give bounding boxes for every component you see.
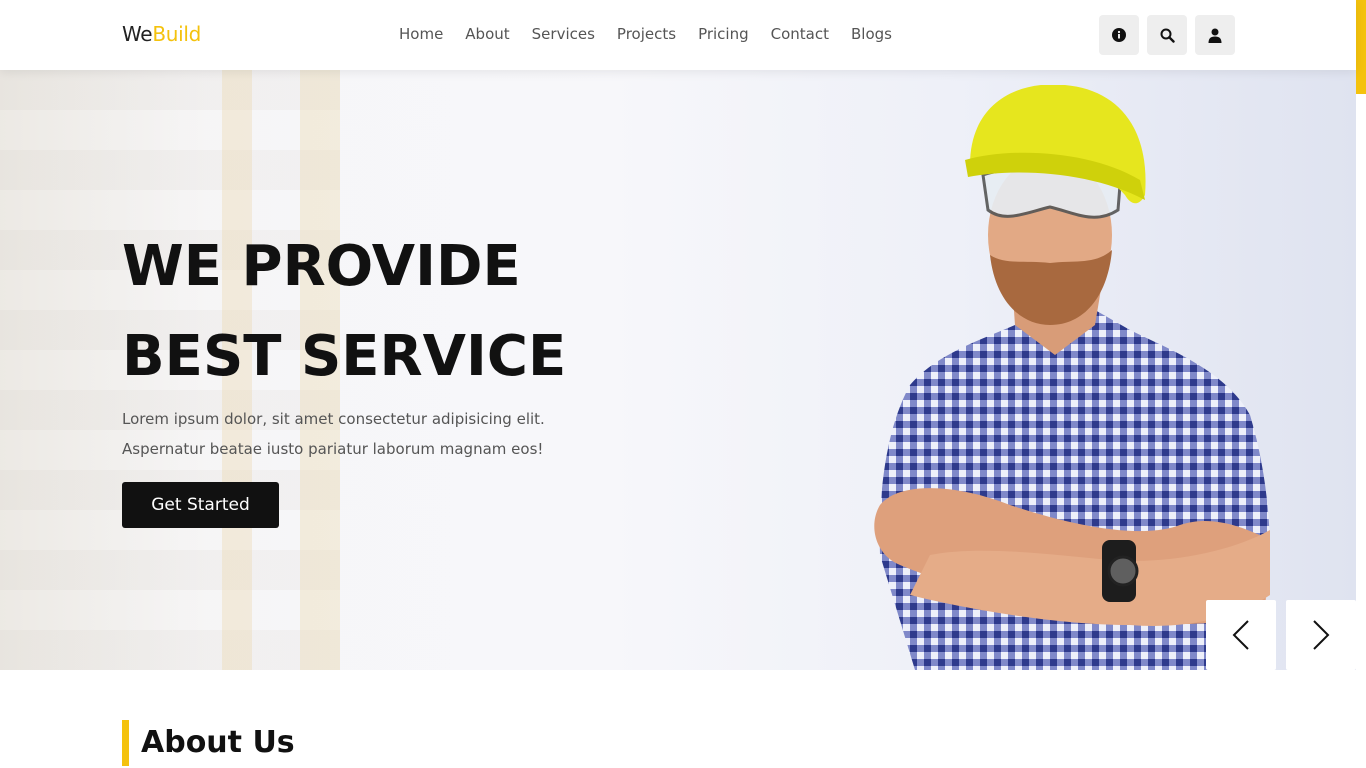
logo-prefix: We <box>122 22 153 46</box>
info-button[interactable] <box>1099 15 1139 55</box>
hero-slider: WE PROVIDE BEST SERVICE Lorem ipsum dolo… <box>0 70 1356 670</box>
get-started-button[interactable]: Get Started <box>122 482 279 528</box>
slider-next-button[interactable] <box>1286 600 1356 670</box>
scrollbar-thumb[interactable] <box>1356 0 1366 94</box>
about-section-header: About Us <box>122 720 295 766</box>
hero-subtitle-line2: Aspernatur beatae iusto pariatur laborum… <box>122 440 544 458</box>
main-nav: Home About Services Projects Pricing Con… <box>399 25 892 43</box>
nav-home[interactable]: Home <box>399 25 443 43</box>
hero-subtitle: Lorem ipsum dolor, sit amet consectetur … <box>122 404 622 464</box>
hero-title: WE PROVIDE BEST SERVICE <box>122 222 682 402</box>
nav-services[interactable]: Services <box>532 25 595 43</box>
nav-blogs[interactable]: Blogs <box>851 25 892 43</box>
nav-contact[interactable]: Contact <box>771 25 829 43</box>
info-icon <box>1112 28 1126 42</box>
site-header: WeBuild Home About Services Projects Pri… <box>0 0 1356 70</box>
user-button[interactable] <box>1195 15 1235 55</box>
about-heading: About Us <box>141 725 295 760</box>
chevron-left-icon <box>1232 620 1249 650</box>
header-actions <box>1099 15 1235 55</box>
hero-title-line2: BEST SERVICE <box>122 324 567 389</box>
page: WeBuild Home About Services Projects Pri… <box>0 0 1366 768</box>
search-button[interactable] <box>1147 15 1187 55</box>
scrollbar-track[interactable] <box>1356 0 1366 768</box>
nav-about[interactable]: About <box>465 25 509 43</box>
nav-pricing[interactable]: Pricing <box>698 25 749 43</box>
search-icon <box>1160 28 1175 43</box>
nav-projects[interactable]: Projects <box>617 25 676 43</box>
chevron-right-icon <box>1313 620 1330 650</box>
site-logo[interactable]: WeBuild <box>122 22 201 46</box>
hero-subtitle-line1: Lorem ipsum dolor, sit amet consectetur … <box>122 410 545 428</box>
user-icon <box>1208 28 1222 43</box>
construction-worker-image <box>874 85 1270 670</box>
logo-accent: Build <box>152 22 202 46</box>
hero-title-line1: WE PROVIDE <box>122 234 521 299</box>
slider-prev-button[interactable] <box>1206 600 1276 670</box>
